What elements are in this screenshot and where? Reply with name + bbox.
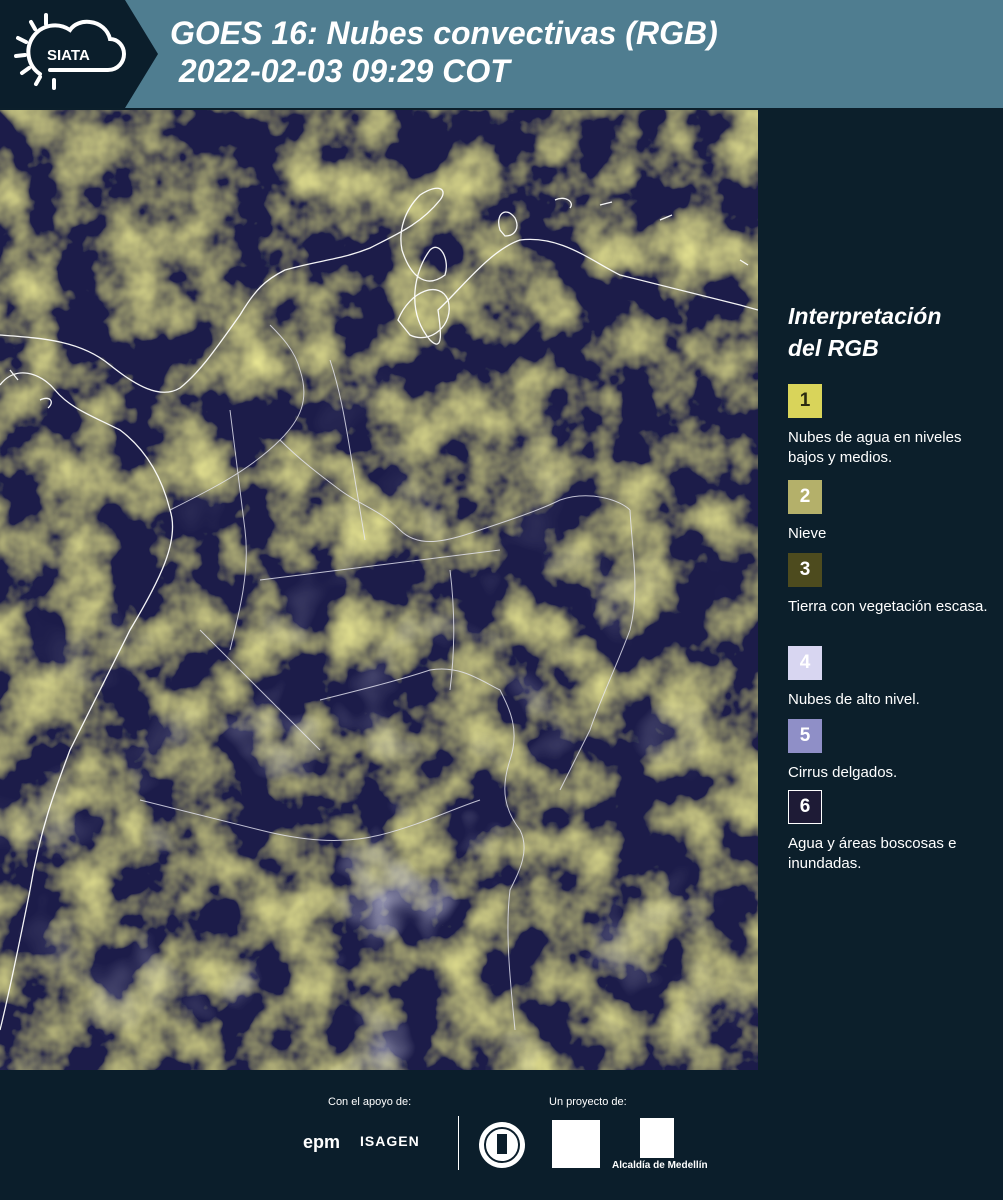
legend-label-2: Nieve: [788, 525, 827, 542]
project-label: Un proyecto de:: [549, 1096, 627, 1108]
siata-logo[interactable]: SIATA: [0, 0, 158, 108]
siata-logo-text: SIATA: [47, 47, 90, 64]
legend-label-5: Cirrus delgados.: [788, 764, 898, 781]
rgb-satellite-image: [0, 110, 758, 1070]
isagen-logo[interactable]: ISAGEN: [360, 1133, 420, 1149]
legend-label-3: Tierra con vegetación escasa.: [788, 598, 988, 615]
legend-swatch-4: 4: [788, 646, 822, 680]
legend-swatch-5: 5: [788, 719, 822, 753]
legend-swatch-3: 3: [788, 553, 822, 587]
siata-sun-cloud-icon: SIATA: [14, 13, 127, 90]
alcaldia-emblem-icon[interactable]: [640, 1118, 674, 1158]
legend-swatch-6: 6: [788, 790, 822, 824]
legend-item-1: 1 Nubes de agua en niveles bajos y medio…: [788, 384, 993, 468]
footer-divider: [458, 1116, 459, 1170]
support-label: Con el apoyo de:: [328, 1096, 412, 1108]
medellin-seal-icon[interactable]: [477, 1120, 527, 1170]
epm-logo[interactable]: epm: [303, 1132, 340, 1153]
footer: Con el apoyo de: Un proyecto de: epm ISA…: [0, 1070, 1003, 1200]
legend-title: Interpretación del RGB: [788, 303, 942, 361]
satellite-map[interactable]: [0, 110, 758, 1070]
rgb-legend: Interpretación del RGB 1 Nubes de agua e…: [760, 110, 1003, 1070]
legend-item-3: 3 Tierra con vegetación escasa.: [788, 553, 993, 617]
legend-item-4: 4 Nubes de alto nivel.: [788, 646, 993, 710]
legend-item-2: 2 Nieve: [788, 480, 993, 544]
legend-item-5: 5 Cirrus delgados.: [788, 719, 993, 783]
alcaldia-label: Alcaldía de Medellín: [612, 1160, 708, 1171]
area-metropolitana-logo[interactable]: [552, 1120, 600, 1168]
legend-item-6: 6 Agua y áreas boscosas e inundadas.: [788, 790, 993, 874]
legend-label-1: Nubes de agua en niveles bajos y medios.: [788, 429, 962, 466]
page-title: GOES 16: Nubes convectivas (RGB) 2022-02…: [170, 15, 718, 89]
legend-label-4: Nubes de alto nivel.: [788, 691, 920, 708]
header: SIATA GOES 16: Nubes convectivas (RGB) 2…: [0, 0, 1003, 108]
legend-swatch-2: 2: [788, 480, 822, 514]
legend-swatch-1: 1: [788, 384, 822, 418]
legend-label-6: Agua y áreas boscosas e inundadas.: [788, 835, 957, 872]
